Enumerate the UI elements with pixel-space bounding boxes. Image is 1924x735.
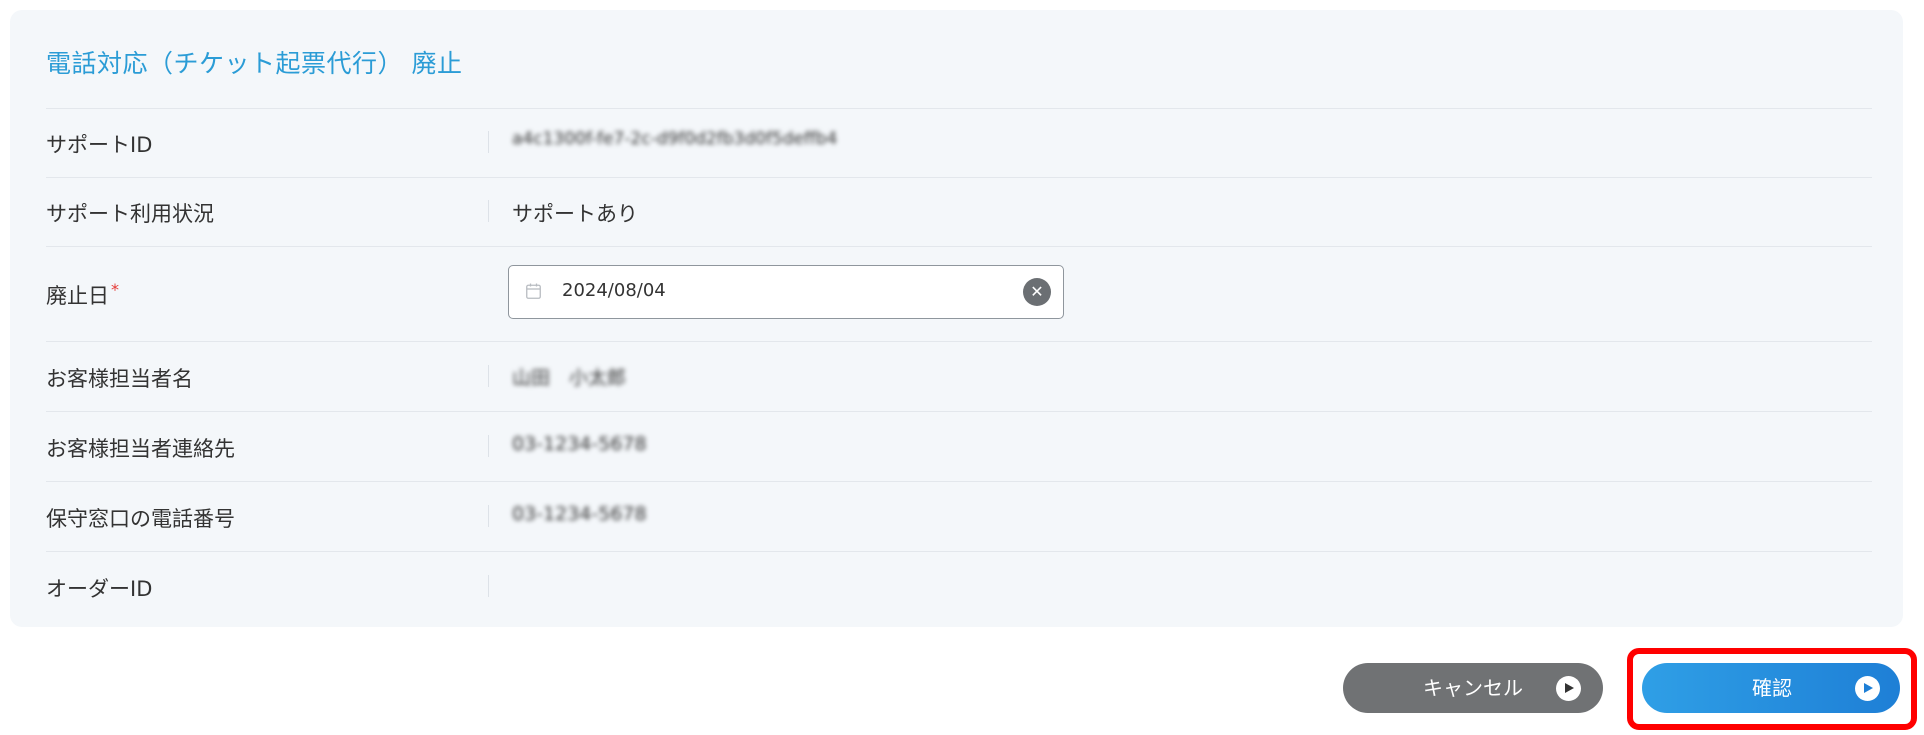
row-support-id: サポートID a4c1300f-fe7-2c-d9f0d2fb3d0f5deff… xyxy=(46,108,1872,177)
calendar-icon xyxy=(526,283,541,299)
row-abolish-date: 廃止日 * 2024/08/04 ✕ xyxy=(46,246,1872,341)
page-title: 電話対応（チケット起票代行） 廃止 xyxy=(46,49,463,78)
row-label: オーダーID xyxy=(46,577,153,601)
abolish-date-label: 廃止日 xyxy=(46,284,109,308)
row-divider xyxy=(488,131,489,153)
row-label: お客様担当者連絡先 xyxy=(46,437,235,461)
customer-contact-name-value: 山田 小太郎 xyxy=(512,367,627,389)
play-circle-icon xyxy=(1855,676,1880,701)
support-id-value: a4c1300f-fe7-2c-d9f0d2fb3d0f5deffb4 xyxy=(512,129,838,149)
row-support-status: サポート利用状況 サポートあり xyxy=(46,177,1872,246)
row-divider xyxy=(488,200,489,222)
row-label: サポート利用状況 xyxy=(46,202,214,226)
maintenance-phone-value: 03-1234-5678 xyxy=(512,503,647,525)
confirm-button[interactable]: 確認 xyxy=(1642,663,1900,713)
clear-icon[interactable]: ✕ xyxy=(1023,278,1051,306)
row-maintenance-phone: 保守窓口の電話番号 03-1234-5678 xyxy=(46,481,1872,551)
row-label: 廃止日 * xyxy=(46,280,119,310)
row-label: 保守窓口の電話番号 xyxy=(46,507,235,531)
cancel-button[interactable]: キャンセル xyxy=(1343,663,1603,713)
row-label: サポートID xyxy=(46,133,153,157)
row-order-id: オーダーID xyxy=(46,551,1872,621)
customer-contact-phone-value: 03-1234-5678 xyxy=(512,433,647,455)
row-divider xyxy=(488,365,489,387)
row-divider xyxy=(488,505,489,527)
play-circle-icon xyxy=(1556,676,1581,701)
row-label: お客様担当者名 xyxy=(46,367,193,391)
row-customer-contact-name: お客様担当者名 山田 小太郎 xyxy=(46,341,1872,411)
form-panel: 電話対応（チケット起票代行） 廃止 サポートID a4c1300f-fe7-2c… xyxy=(10,10,1903,627)
abolish-date-input[interactable]: 2024/08/04 ✕ xyxy=(508,265,1064,319)
required-mark: * xyxy=(111,280,119,299)
form-rows: サポートID a4c1300f-fe7-2c-d9f0d2fb3d0f5deff… xyxy=(46,108,1872,621)
confirm-button-label: 確認 xyxy=(1752,676,1792,700)
row-divider xyxy=(488,435,489,457)
support-status-value: サポートあり xyxy=(512,202,638,226)
date-value: 2024/08/04 xyxy=(562,280,666,301)
row-divider xyxy=(488,575,489,597)
cancel-button-label: キャンセル xyxy=(1423,676,1523,700)
row-customer-contact-phone: お客様担当者連絡先 03-1234-5678 xyxy=(46,411,1872,481)
